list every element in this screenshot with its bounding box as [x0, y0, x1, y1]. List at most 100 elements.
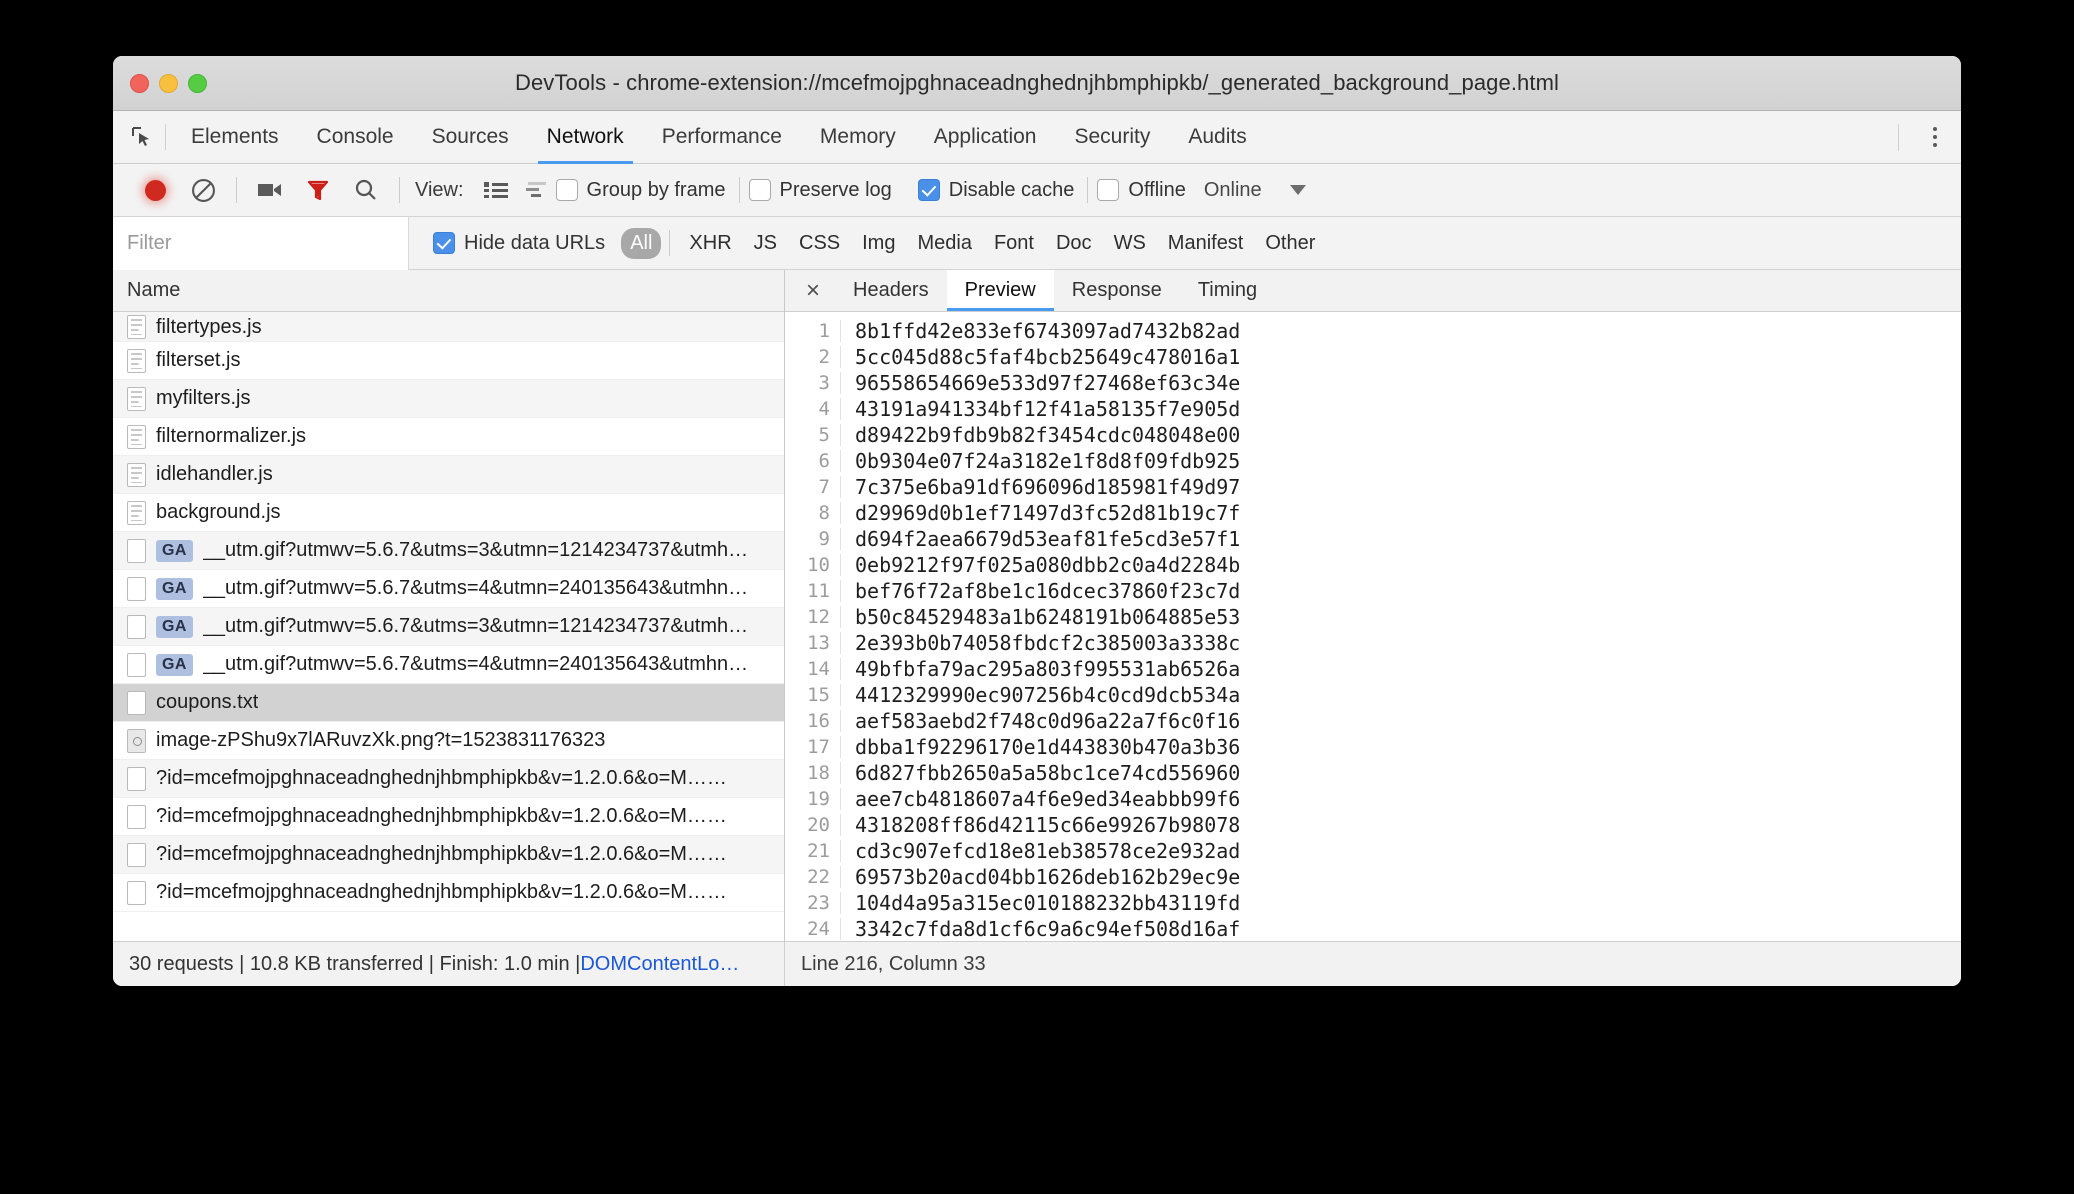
type-filter-manifest[interactable]: Manifest	[1157, 228, 1255, 259]
type-filter-media[interactable]: Media	[906, 228, 982, 259]
filter-icon[interactable]	[294, 170, 342, 210]
throttling-select[interactable]: Online	[1204, 179, 1262, 202]
column-header-name[interactable]: Name	[113, 270, 784, 312]
type-filter-xhr[interactable]: XHR	[678, 228, 742, 259]
request-rows[interactable]: filtertypes.js filterset.js myfilters.js…	[113, 312, 784, 941]
tab-timing[interactable]: Timing	[1180, 270, 1275, 311]
table-row[interactable]: ?id=mcefmojpghnaceadnghednjhbmphipkb&v=1…	[113, 836, 784, 874]
tab-response[interactable]: Response	[1054, 270, 1180, 311]
request-name: __utm.gif?utmwv=5.6.7&utms=4&utmn=240135…	[202, 653, 749, 675]
type-filter-doc[interactable]: Doc	[1045, 228, 1103, 259]
line-number: 20	[785, 814, 841, 836]
line-number: 21	[785, 840, 841, 862]
file-icon	[127, 880, 146, 905]
devtools-window: DevTools - chrome-extension://mcefmojpgh…	[113, 56, 1961, 986]
window-controls[interactable]	[113, 73, 207, 93]
preserve-log-checkbox[interactable]: Preserve log	[748, 178, 892, 202]
line-text: 2e393b0b74058fbdcf2c385003a3338c	[855, 631, 1241, 655]
toolbar-sep-3	[738, 177, 740, 203]
list-view-icon[interactable]	[476, 173, 516, 207]
tab-headers[interactable]: Headers	[835, 270, 947, 311]
code-line: 20 4318208ff86d42115c66e99267b98078	[785, 812, 1961, 838]
chevron-down-icon[interactable]	[1289, 185, 1306, 195]
inspect-element-icon[interactable]	[127, 122, 157, 152]
table-row[interactable]: background.js	[113, 494, 784, 532]
type-filter-js[interactable]: JS	[743, 228, 788, 259]
code-line: 17 dbba1f92296170e1d443830b470a3b36	[785, 734, 1961, 760]
tab-performance[interactable]: Performance	[643, 112, 801, 163]
toolbar-sep-4	[1087, 177, 1089, 203]
type-filter-css[interactable]: CSS	[788, 228, 851, 259]
type-filter-img[interactable]: Img	[851, 228, 906, 259]
code-line: 19 aee7cb4818607a4f6e9ed34eabbb99f6	[785, 786, 1961, 812]
table-row[interactable]: filternormalizer.js	[113, 418, 784, 456]
preserve-log-label: Preserve log	[779, 178, 892, 201]
clear-icon[interactable]	[179, 170, 227, 210]
tab-preview[interactable]: Preview	[946, 270, 1054, 311]
request-name: filternormalizer.js	[156, 425, 307, 447]
disable-cache-box[interactable]	[917, 179, 940, 201]
tab-memory[interactable]: Memory	[801, 112, 915, 163]
domcontentloaded-link[interactable]: DOMContentLo…	[580, 953, 739, 976]
type-filter-other[interactable]: Other	[1254, 228, 1326, 259]
table-row[interactable]: idlehandler.js	[113, 456, 784, 494]
table-row[interactable]: ?id=mcefmojpghnaceadnghednjhbmphipkb&v=1…	[113, 760, 784, 798]
line-number: 4	[785, 398, 841, 420]
record-icon[interactable]	[131, 170, 179, 210]
request-name: background.js	[156, 501, 281, 523]
hide-data-urls-checkbox[interactable]: Hide data URLs	[433, 232, 605, 255]
tab-network[interactable]: Network	[528, 112, 643, 164]
more-options-icon[interactable]	[1933, 127, 1937, 147]
line-text: 8b1ffd42e833ef6743097ad7432b82ad	[855, 319, 1241, 343]
group-by-frame-box[interactable]	[555, 179, 578, 201]
tab-elements[interactable]: Elements	[172, 112, 298, 163]
table-row[interactable]: ?id=mcefmojpghnaceadnghednjhbmphipkb&v=1…	[113, 798, 784, 836]
line-number: 19	[785, 788, 841, 810]
close-window-button[interactable]	[130, 73, 149, 93]
type-filter-ws[interactable]: WS	[1103, 228, 1157, 259]
tab-sources[interactable]: Sources	[413, 112, 528, 163]
table-row[interactable]: filterset.js	[113, 342, 784, 380]
file-icon	[127, 315, 146, 339]
waterfall-view-icon[interactable]	[516, 173, 556, 207]
close-icon[interactable]: ×	[791, 270, 835, 311]
type-filter-all[interactable]: All	[621, 227, 662, 259]
code-line: 15 4412329990ec907256b4c0cd9dcb534a	[785, 682, 1961, 708]
type-filter-font[interactable]: Font	[983, 228, 1045, 259]
code-line: 5 d89422b9fdb9b82f3454cdc048048e00	[785, 422, 1961, 448]
table-row[interactable]: GA __utm.gif?utmwv=5.6.7&utms=3&utmn=121…	[113, 532, 784, 570]
group-by-frame-checkbox[interactable]: Group by frame	[555, 179, 726, 202]
line-text: 3342c7fda8d1cf6c9a6c94ef508d16af	[855, 917, 1241, 941]
table-row[interactable]: filtertypes.js	[113, 312, 784, 342]
table-row-selected[interactable]: coupons.txt	[113, 684, 784, 722]
preview-content[interactable]: 1 8b1ffd42e833ef6743097ad7432b82ad 2 5cc04…	[785, 312, 1961, 941]
table-row[interactable]: GA __utm.gif?utmwv=5.6.7&utms=3&utmn=121…	[113, 608, 784, 646]
code-line: 11 bef76f72af8be1c16dcec37860f23c7d	[785, 578, 1961, 604]
tab-application[interactable]: Application	[915, 112, 1056, 163]
filter-input[interactable]	[113, 216, 409, 270]
camera-icon[interactable]	[246, 170, 294, 210]
tab-console[interactable]: Console	[298, 112, 413, 163]
line-text: bef76f72af8be1c16dcec37860f23c7d	[855, 579, 1241, 603]
table-row[interactable]: GA __utm.gif?utmwv=5.6.7&utms=4&utmn=240…	[113, 570, 784, 608]
line-text: 49bfbfa79ac295a803f995531ab6526a	[855, 657, 1241, 681]
table-row[interactable]: GA __utm.gif?utmwv=5.6.7&utms=4&utmn=240…	[113, 646, 784, 684]
file-icon	[127, 424, 146, 449]
preserve-log-box[interactable]	[748, 179, 771, 201]
table-row[interactable]: image-zPShu9x7lARuvzXk.png?t=15238311763…	[113, 722, 784, 760]
maximize-window-button[interactable]	[188, 73, 207, 93]
offline-box[interactable]	[1097, 179, 1120, 201]
request-name: idlehandler.js	[156, 463, 273, 485]
table-row[interactable]: ?id=mcefmojpghnaceadnghednjhbmphipkb&v=1…	[113, 874, 784, 912]
line-text: 43191a941334bf12f41a58135f7e905d	[855, 397, 1241, 421]
table-row[interactable]: myfilters.js	[113, 380, 784, 418]
tab-security[interactable]: Security	[1055, 112, 1169, 163]
hide-data-urls-box[interactable]	[433, 232, 455, 254]
disable-cache-checkbox[interactable]: Disable cache	[917, 179, 1074, 202]
file-icon	[127, 500, 146, 525]
offline-checkbox[interactable]: Offline	[1097, 179, 1186, 202]
search-icon[interactable]	[342, 170, 390, 210]
tab-audits[interactable]: Audits	[1169, 112, 1265, 163]
line-text: 4318208ff86d42115c66e99267b98078	[855, 813, 1241, 837]
minimize-window-button[interactable]	[159, 73, 178, 93]
